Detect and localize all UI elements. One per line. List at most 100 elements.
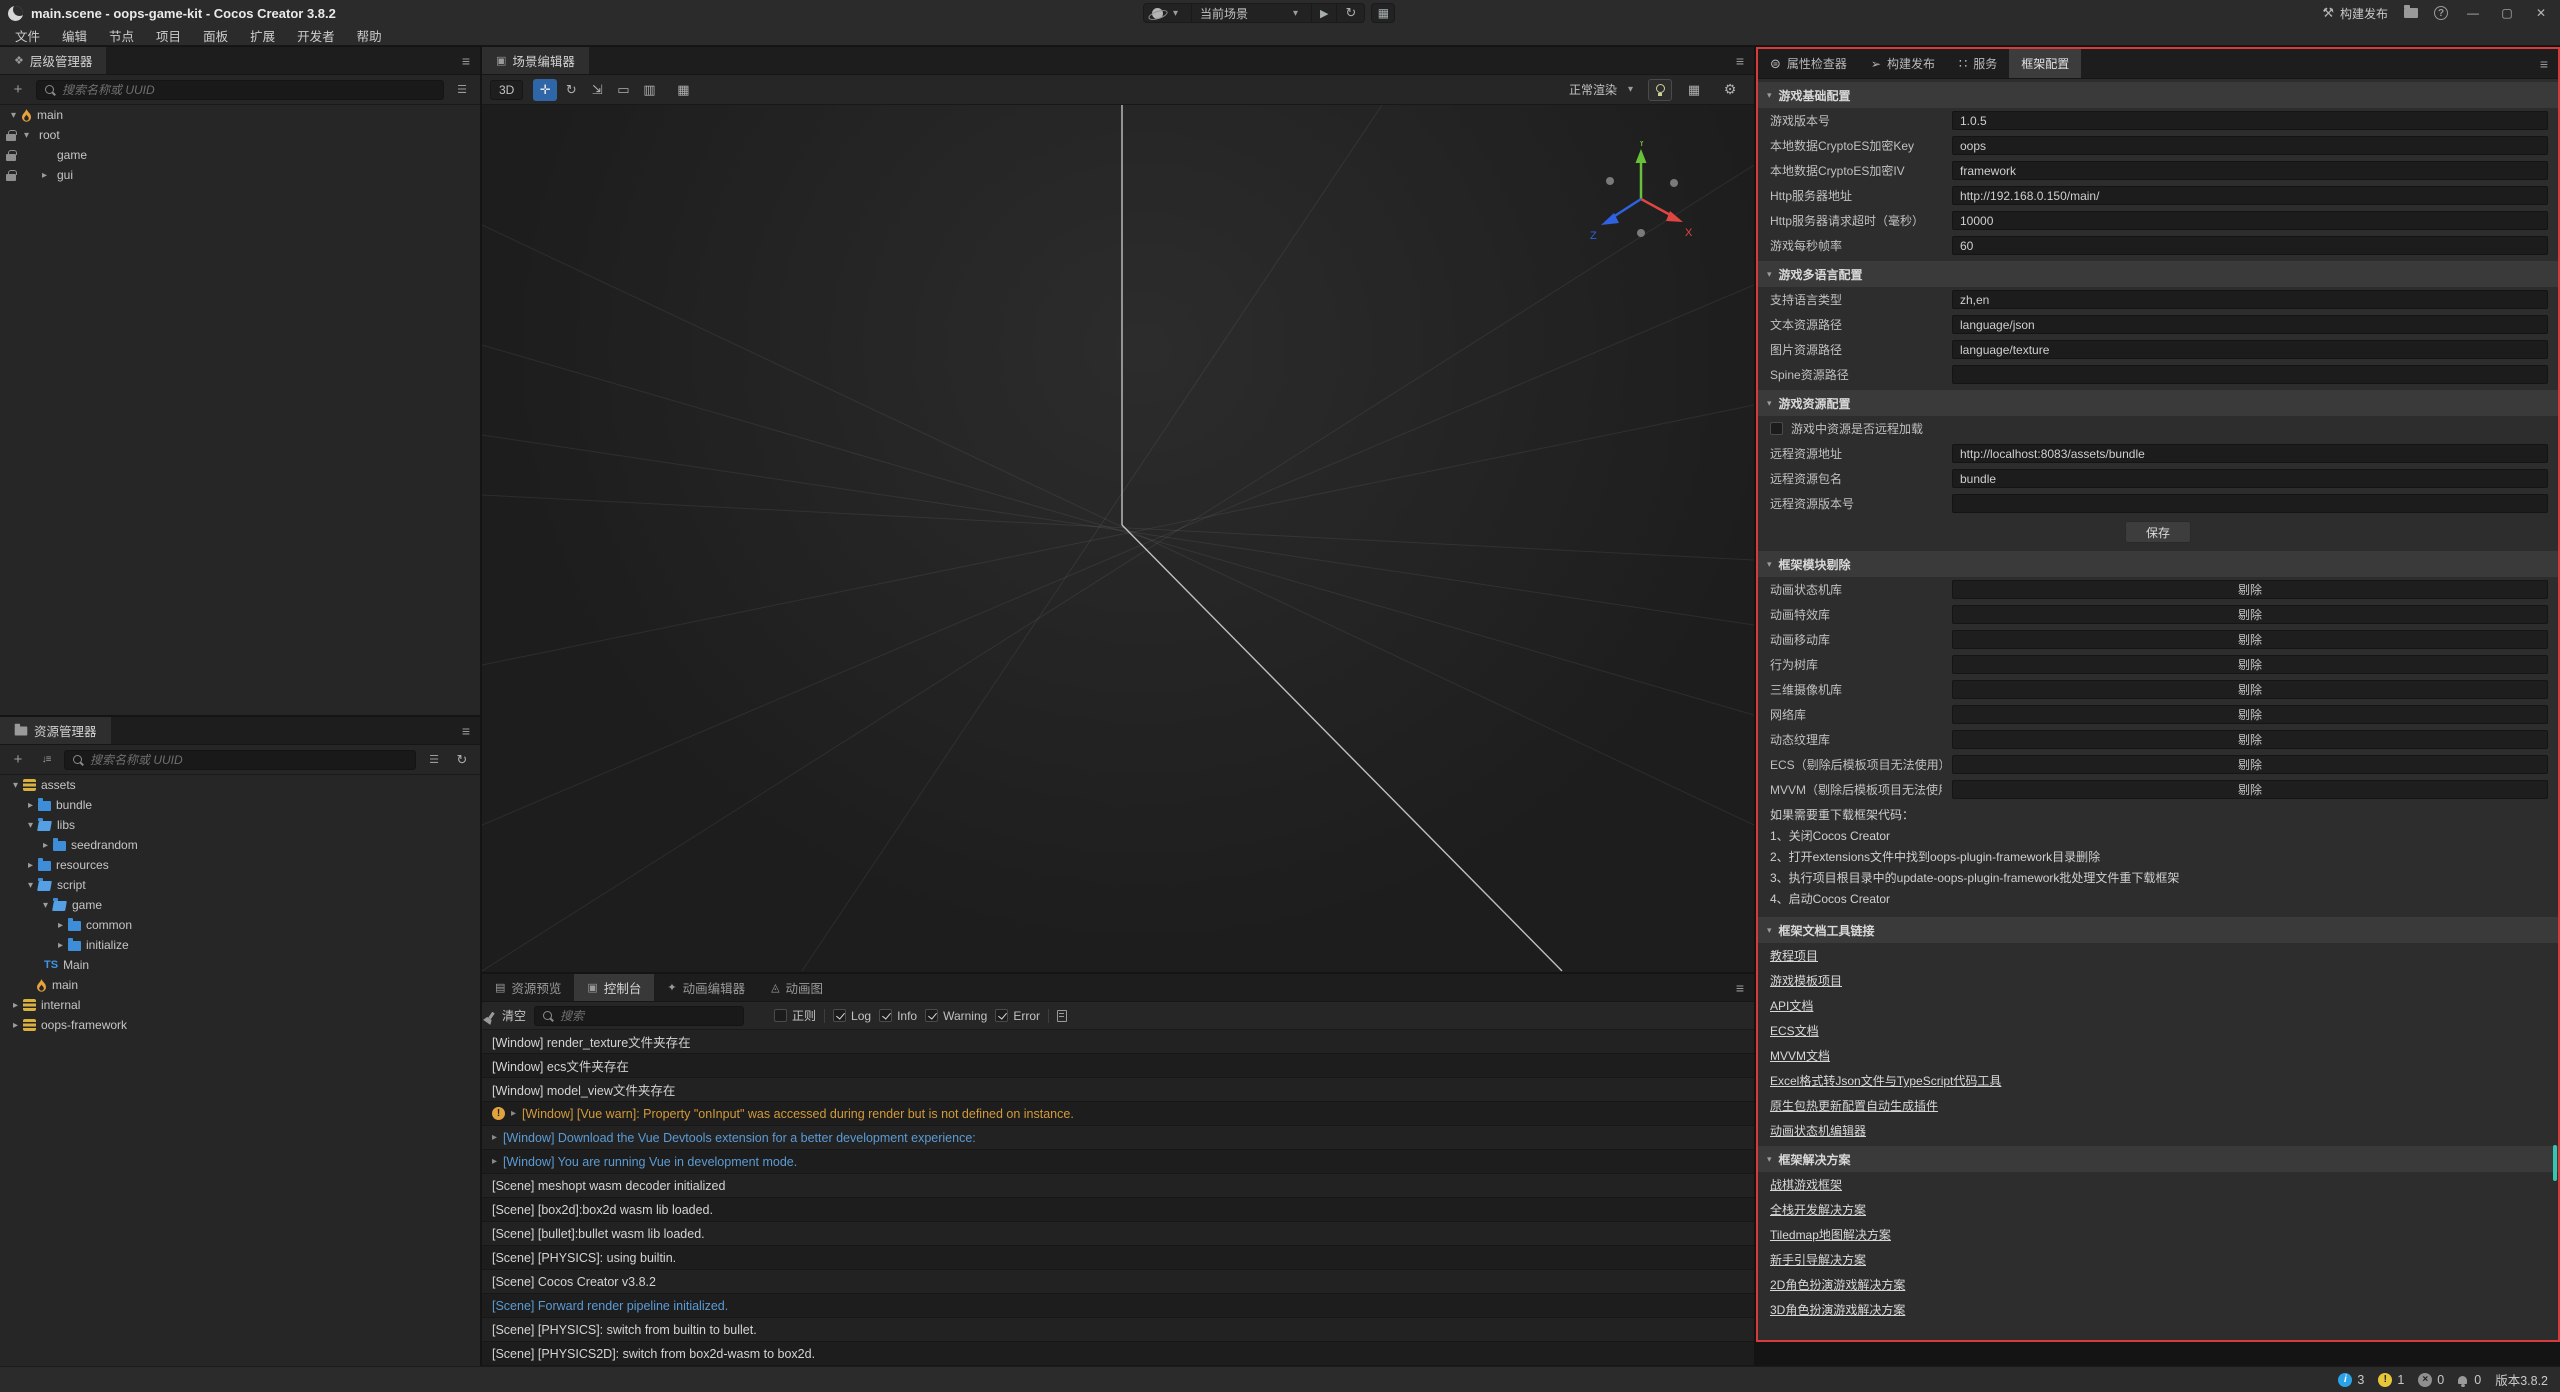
asset-node-oops-framework[interactable]: oops-framework (0, 1015, 480, 1035)
menu-file[interactable]: 文件 (4, 26, 51, 45)
languages-input[interactable] (1952, 290, 2548, 309)
mode-3d-toggle[interactable]: 3D (490, 80, 523, 100)
link-fullstack-solution[interactable]: 全栈开发解决方案 (1770, 1201, 1866, 1218)
remove-move-button[interactable]: 剔除 (1952, 630, 2548, 649)
info-log-row[interactable]: [Window] Download the Vue Devtools exten… (482, 1126, 1754, 1150)
link-mvvm-docs[interactable]: MVVM文档 (1770, 1047, 1830, 1064)
chevron-down-icon[interactable] (23, 820, 38, 831)
section-resource-config[interactable]: 游戏资源配置 (1758, 390, 2558, 416)
link-wargame-framework[interactable]: 战棋游戏框架 (1770, 1176, 1842, 1193)
menu-edit[interactable]: 编辑 (51, 26, 98, 45)
asset-node-main-ts[interactable]: TSMain (0, 955, 480, 975)
open-project-folder-button[interactable] (2404, 8, 2418, 18)
tab-assets[interactable]: 资源管理器 (0, 717, 111, 744)
remove-render-texture-button[interactable]: 剔除 (1952, 730, 2548, 749)
chevron-right-icon[interactable] (37, 170, 52, 181)
link-2d-rpg-solution[interactable]: 2D角色扮演游戏解决方案 (1770, 1276, 1905, 1293)
filter-error[interactable]: Error (995, 1009, 1040, 1023)
chevron-right-icon[interactable] (38, 840, 53, 851)
asset-node-seedrandom[interactable]: seedrandom (0, 835, 480, 855)
console-menu-icon[interactable] (1736, 974, 1744, 1001)
asset-node-resources[interactable]: resources (0, 855, 480, 875)
tab-build-publish[interactable]: 构建发布 (1859, 49, 1947, 78)
asset-node-assets[interactable]: assets (0, 775, 480, 795)
restart-button[interactable] (1337, 4, 1364, 22)
filter-warning[interactable]: Warning (925, 1009, 987, 1023)
expand-chevron-icon[interactable] (492, 1132, 497, 1143)
remote-url-input[interactable] (1952, 444, 2548, 463)
create-node-button[interactable] (8, 81, 28, 99)
menu-node[interactable]: 节点 (98, 26, 145, 45)
remove-behavior-tree-button[interactable]: 剔除 (1952, 655, 2548, 674)
asset-node-common[interactable]: common (0, 915, 480, 935)
scrollbar-thumb[interactable] (2553, 1145, 2557, 1181)
tab-framework-config[interactable]: 框架配置 (2009, 49, 2081, 78)
filter-info[interactable]: Info (879, 1009, 917, 1023)
hierarchy-search-input[interactable] (62, 83, 436, 97)
rotate-tool-button[interactable] (559, 79, 583, 101)
tab-asset-preview[interactable]: 资源预览 (482, 974, 574, 1001)
play-button[interactable] (1312, 4, 1337, 22)
scale-tool-button[interactable] (585, 79, 609, 101)
minimize-button[interactable] (2464, 6, 2482, 20)
chevron-right-icon[interactable] (8, 1020, 23, 1031)
move-tool-button[interactable] (533, 79, 557, 101)
section-language-config[interactable]: 游戏多语言配置 (1758, 261, 2558, 287)
link-excel-tool[interactable]: Excel格式转Json文件与TypeScript代码工具 (1770, 1072, 2001, 1089)
scene-viewport[interactable]: Y X Z (482, 105, 1754, 972)
help-button[interactable] (2434, 6, 2448, 20)
rect-tool-button[interactable] (611, 79, 635, 101)
asset-node-libs[interactable]: libs (0, 815, 480, 835)
remote-bundle-input[interactable] (1952, 469, 2548, 488)
chevron-down-icon[interactable] (38, 900, 53, 911)
remove-animator-button[interactable]: 剔除 (1952, 580, 2548, 599)
tree-node-gui[interactable]: gui (0, 165, 480, 185)
game-version-input[interactable] (1952, 111, 2548, 130)
remote-version-input[interactable] (1952, 494, 2548, 513)
tree-node-game[interactable]: game (0, 145, 480, 165)
crypto-key-input[interactable] (1952, 136, 2548, 155)
chevron-right-icon[interactable] (53, 940, 68, 951)
chevron-right-icon[interactable] (8, 1000, 23, 1011)
close-button[interactable] (2532, 6, 2550, 20)
texture-path-input[interactable] (1952, 340, 2548, 359)
chevron-down-icon[interactable] (6, 110, 21, 121)
tab-animation-editor[interactable]: 动画编辑器 (654, 974, 758, 1001)
link-hotupdate-plugin[interactable]: 原生包热更新配置自动生成插件 (1770, 1097, 1938, 1114)
tab-services[interactable]: 服务 (1947, 49, 2009, 78)
status-info-count[interactable]: i3 (2338, 1373, 2364, 1387)
expand-chevron-icon[interactable] (511, 1108, 516, 1119)
asset-node-script[interactable]: script (0, 875, 480, 895)
link-tiledmap-solution[interactable]: Tiledmap地图解决方案 (1770, 1226, 1891, 1243)
remove-mvvm-button[interactable]: 剔除 (1952, 780, 2548, 799)
link-tutorial-project[interactable]: 教程项目 (1770, 947, 1818, 964)
assets-menu-icon[interactable] (462, 717, 470, 744)
build-publish-button[interactable]: 构建发布 (2322, 5, 2388, 22)
remove-network-button[interactable]: 剔除 (1952, 705, 2548, 724)
menu-help[interactable]: 帮助 (346, 26, 393, 45)
hierarchy-search[interactable] (36, 80, 444, 100)
scene-settings-button[interactable] (1718, 79, 1742, 101)
asset-node-bundle[interactable]: bundle (0, 795, 480, 815)
menu-developer[interactable]: 开发者 (286, 26, 346, 45)
save-button[interactable]: 保存 (2125, 521, 2191, 543)
menu-project[interactable]: 项目 (145, 26, 192, 45)
preview-qr-button[interactable] (1371, 3, 1395, 23)
remove-ecs-button[interactable]: 剔除 (1952, 755, 2548, 774)
console-search-input[interactable] (560, 1009, 736, 1023)
tab-property-inspector[interactable]: 属性检查器 (1758, 49, 1859, 78)
section-module-removal[interactable]: 框架模块剔除 (1758, 551, 2558, 577)
hierarchy-filter-icon[interactable] (452, 81, 472, 99)
tree-node-root[interactable]: root (0, 125, 480, 145)
regex-checkbox[interactable]: 正则 (774, 1007, 816, 1024)
expand-chevron-icon[interactable] (492, 1156, 497, 1167)
asset-node-main-scene[interactable]: main (0, 975, 480, 995)
crypto-iv-input[interactable] (1952, 161, 2548, 180)
tab-console[interactable]: 控制台 (574, 974, 654, 1001)
hierarchy-menu-icon[interactable] (462, 47, 470, 74)
sort-assets-icon[interactable] (36, 751, 56, 769)
axis-gizmo[interactable]: Y X Z (1586, 141, 1696, 251)
tab-hierarchy[interactable]: ❖ 层级管理器 (0, 47, 106, 74)
menu-extension[interactable]: 扩展 (239, 26, 286, 45)
spine-path-input[interactable] (1952, 365, 2548, 384)
